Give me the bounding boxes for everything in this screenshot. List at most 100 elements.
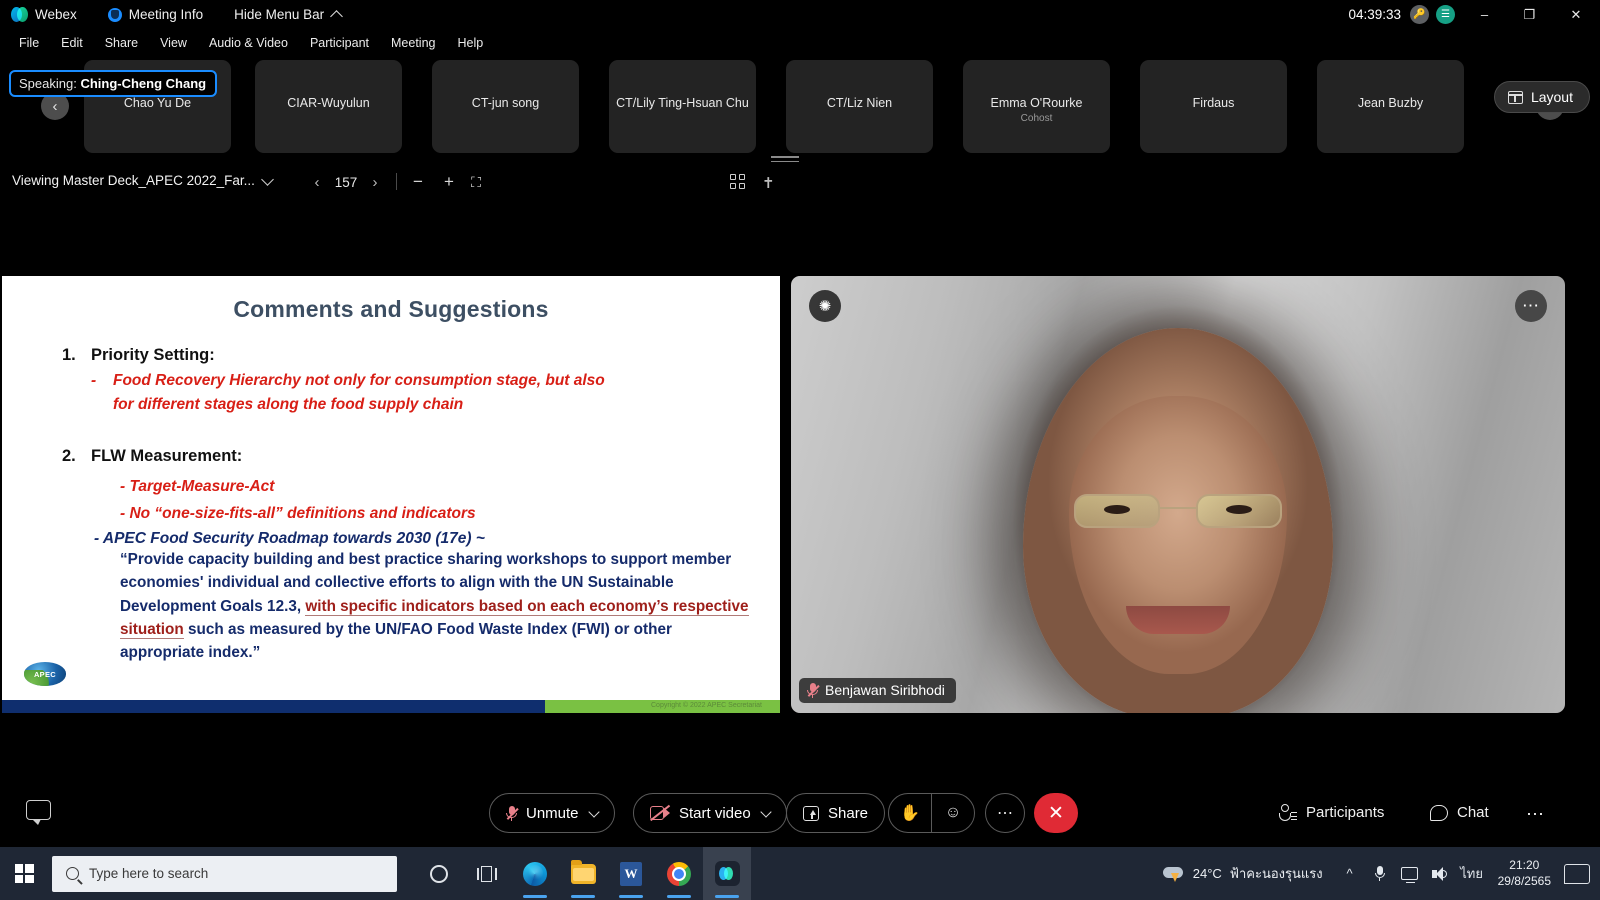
start-video-button[interactable]: Start video bbox=[633, 793, 787, 833]
chat-button[interactable]: Chat bbox=[1430, 804, 1489, 821]
hide-menu-bar-button[interactable]: Hide Menu Bar bbox=[234, 7, 343, 23]
participant-tile[interactable]: CIAR-Wuyulun bbox=[255, 60, 402, 153]
participant-name: Firdaus bbox=[1192, 96, 1235, 110]
word-icon[interactable]: W bbox=[607, 847, 655, 900]
slide-quote-paragraph: “Provide capacity building and best prac… bbox=[120, 548, 750, 664]
edge-icon[interactable] bbox=[511, 847, 559, 900]
menu-meeting[interactable]: Meeting bbox=[380, 33, 446, 53]
menu-share[interactable]: Share bbox=[94, 33, 149, 53]
fit-to-screen-button[interactable]: ⛶ bbox=[464, 170, 488, 194]
volume-icon[interactable] bbox=[1425, 847, 1455, 900]
microphone-icon[interactable] bbox=[1365, 847, 1395, 900]
taskbar-clock[interactable]: 21:20 29/8/2565 bbox=[1489, 858, 1560, 889]
shared-slide[interactable]: Comments and Suggestions 1. Priority Set… bbox=[2, 276, 780, 713]
chevron-down-icon[interactable] bbox=[760, 805, 772, 818]
slide-title: Comments and Suggestions bbox=[233, 296, 549, 322]
participant-tile[interactable]: CT-jun song bbox=[432, 60, 579, 153]
participant-tile[interactable]: Firdaus bbox=[1140, 60, 1287, 153]
weather-description: ฟ้าคะนองรุนแรง bbox=[1229, 866, 1323, 881]
window-title-bar: Webex Meeting Info Hide Menu Bar 04:39:3… bbox=[0, 0, 1600, 29]
footer-green-segment: Copyright © 2022 APEC Secretariat bbox=[545, 700, 780, 713]
video-more-options-button[interactable]: ⋯ bbox=[1515, 290, 1547, 322]
meeting-info-label: Meeting Info bbox=[128, 7, 204, 22]
weather-widget[interactable]: 24°C ฟ้าคะนองรุนแรง bbox=[1162, 863, 1335, 884]
participant-name: CT/Liz Nien bbox=[826, 96, 893, 110]
share-button[interactable]: Share bbox=[786, 793, 886, 833]
share-screen-icon bbox=[803, 805, 819, 821]
slide-roadmap-reference: - APEC Food Security Roadmap towards 203… bbox=[94, 530, 485, 547]
unmute-button[interactable]: Unmute bbox=[489, 793, 615, 833]
cortana-icon[interactable] bbox=[415, 847, 463, 900]
slide-copyright: Copyright © 2022 APEC Secretariat bbox=[651, 702, 762, 709]
video-person-mouth bbox=[1126, 606, 1230, 634]
participant-name: Chao Yu De bbox=[123, 96, 192, 110]
meeting-controls-bar: Unmute Start video Share ✋ ☺ ⋯ ✕ Partici… bbox=[0, 780, 1600, 847]
participant-name: CT/Lily Ting-Hsuan Chu bbox=[616, 96, 749, 110]
menu-edit[interactable]: Edit bbox=[50, 33, 94, 53]
slide-item-1-line-1: Food Recovery Hierarchy not only for con… bbox=[113, 372, 605, 389]
participant-name: CT-jun song bbox=[471, 96, 540, 110]
participant-tile[interactable]: CT/Lily Ting-Hsuan Chu bbox=[609, 60, 756, 153]
raise-hand-button[interactable]: ✋ bbox=[889, 793, 931, 833]
network-icon[interactable] bbox=[1395, 847, 1425, 900]
panel-drag-handle[interactable] bbox=[771, 156, 799, 166]
chat-label: Chat bbox=[1457, 804, 1489, 821]
participant-name: CIAR-Wuyulun bbox=[287, 96, 370, 110]
speaking-prefix: Speaking: bbox=[19, 76, 77, 91]
chrome-icon[interactable] bbox=[655, 847, 703, 900]
close-button[interactable]: ✕ bbox=[1552, 0, 1600, 29]
minimize-button[interactable]: – bbox=[1462, 0, 1507, 29]
task-view-icon[interactable] bbox=[463, 847, 511, 900]
grid-view-icon[interactable] bbox=[730, 174, 746, 190]
apec-logo-text: APEC bbox=[33, 669, 57, 679]
controls-more-button[interactable]: ⋯ bbox=[1526, 804, 1544, 825]
layout-label: Layout bbox=[1530, 89, 1573, 105]
participant-tile[interactable]: Jean Buzby bbox=[1317, 60, 1464, 153]
menu-view[interactable]: View bbox=[149, 33, 198, 53]
reactions-button[interactable]: ☺ bbox=[932, 793, 974, 833]
stage-background bbox=[0, 713, 1600, 780]
prev-page-button[interactable]: ‹ bbox=[305, 170, 329, 194]
more-options-button[interactable]: ⋯ bbox=[985, 793, 1025, 833]
layout-button[interactable]: Layout bbox=[1493, 81, 1590, 113]
maximize-button[interactable]: ❐ bbox=[1507, 0, 1552, 29]
menu-file[interactable]: File bbox=[8, 33, 50, 53]
zoom-in-button[interactable]: + bbox=[437, 170, 461, 194]
chevron-down-icon[interactable] bbox=[587, 805, 600, 818]
language-indicator[interactable]: ไทย bbox=[1455, 847, 1489, 900]
zoom-out-button[interactable]: − bbox=[406, 170, 430, 194]
menu-audio-video[interactable]: Audio & Video bbox=[198, 33, 299, 53]
slide-footer-bar: Copyright © 2022 APEC Secretariat bbox=[2, 700, 780, 713]
show-hidden-icons-button[interactable]: ^ bbox=[1335, 847, 1365, 900]
webex-app-name: Webex bbox=[35, 7, 77, 22]
menu-help[interactable]: Help bbox=[446, 33, 494, 53]
participant-tile[interactable]: CT/Liz Nien bbox=[786, 60, 933, 153]
chevron-down-icon[interactable] bbox=[261, 173, 274, 186]
participants-button[interactable]: Participants bbox=[1279, 804, 1384, 821]
meeting-elapsed-time: 04:39:33 bbox=[1348, 7, 1401, 22]
webex-app-label: Webex bbox=[11, 7, 90, 22]
menu-participant[interactable]: Participant bbox=[299, 33, 380, 53]
participants-icon bbox=[1279, 804, 1297, 821]
unpin-icon[interactable]: ✺ bbox=[809, 290, 841, 322]
thunderstorm-icon bbox=[1162, 865, 1185, 883]
slide-item-2-line-1: - Target-Measure-Act bbox=[120, 478, 275, 495]
shared-content-title[interactable]: Viewing Master Deck_APEC 2022_Far... bbox=[12, 173, 255, 188]
windows-start-icon[interactable] bbox=[0, 847, 48, 900]
active-speaker-video[interactable]: ✺ ⋯ Benjawan Siribhodi bbox=[791, 276, 1565, 713]
action-center-icon[interactable] bbox=[1564, 863, 1590, 884]
network-quality-icon[interactable]: ☰ bbox=[1436, 5, 1455, 24]
search-input[interactable]: Type here to search bbox=[52, 855, 397, 892]
end-call-button[interactable]: ✕ bbox=[1034, 793, 1078, 833]
file-explorer-icon[interactable] bbox=[559, 847, 607, 900]
message-icon[interactable] bbox=[26, 800, 53, 825]
annotate-icon[interactable]: ✝ bbox=[762, 174, 775, 192]
next-page-button[interactable]: › bbox=[363, 170, 387, 194]
search-icon bbox=[66, 867, 79, 880]
participant-tile[interactable]: Emma O'Rourke Cohost bbox=[963, 60, 1110, 153]
key-icon[interactable]: 🔑 bbox=[1410, 5, 1429, 24]
video-participant-name: Benjawan Siribhodi bbox=[825, 682, 945, 698]
webex-icon[interactable] bbox=[703, 847, 751, 900]
reactions-group: ✋ ☺ bbox=[888, 793, 975, 833]
meeting-info-button[interactable]: Meeting Info bbox=[107, 7, 216, 22]
